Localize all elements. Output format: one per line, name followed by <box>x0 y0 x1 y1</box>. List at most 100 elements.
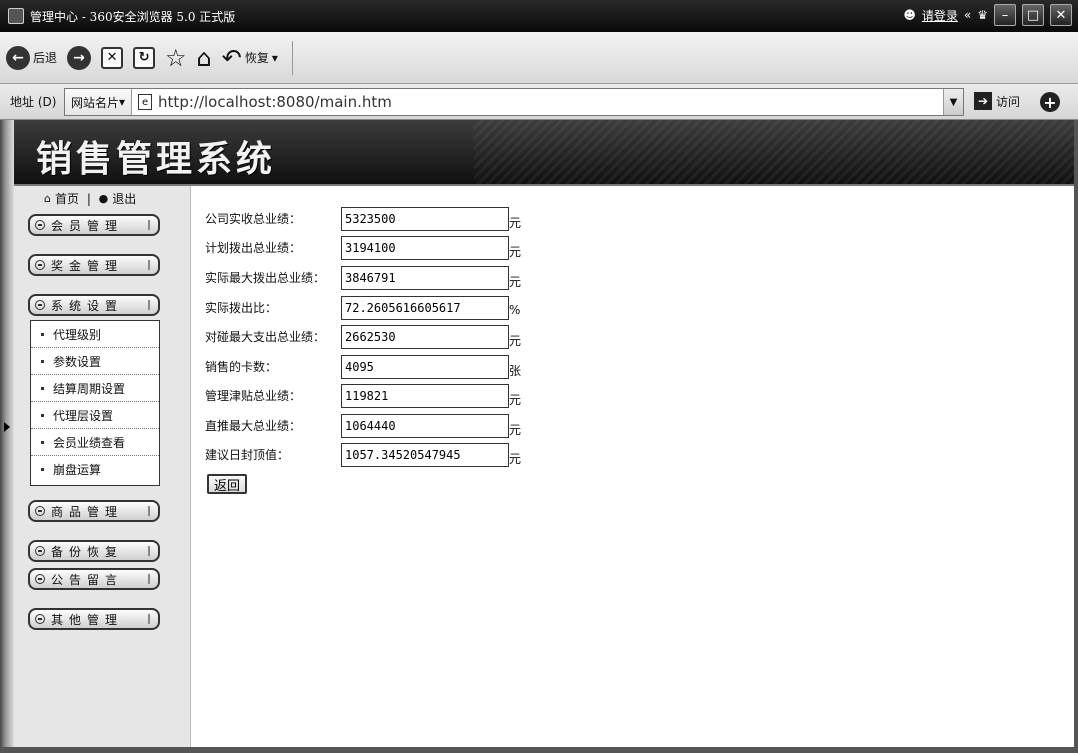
field-label: 建议日封顶值： <box>205 448 290 462</box>
unit-label: 元 <box>509 423 522 437</box>
double-chevron-left-icon[interactable]: « <box>964 8 971 22</box>
user-icon: ☻ <box>903 8 916 22</box>
field-label: 计划拨出总业绩： <box>205 241 302 255</box>
menu-notice-messages[interactable]: 公告留言 <box>28 568 160 590</box>
site-names-label: 网站名片 <box>71 95 120 110</box>
favorites-star-icon[interactable]: ☆ <box>165 46 187 70</box>
unit-label: 张 <box>509 364 522 378</box>
form-row-management-allowance: 管理津贴总业绩： 元 <box>205 383 545 409</box>
browser-toolbar: ← 后退 → ✕ ↻ ☆ ⌂ ↶ 恢复 ▾ <box>0 32 1078 84</box>
menu-other-management[interactable]: 其他管理 <box>28 608 160 630</box>
return-button[interactable]: 返回 <box>207 474 247 494</box>
back-arrow-icon: ← <box>6 45 30 70</box>
back-button[interactable]: ← 后退 <box>6 45 58 70</box>
menu-member-management[interactable]: 会员管理 <box>28 214 160 236</box>
bullet-icon <box>41 332 44 336</box>
submenu-item-agent-level[interactable]: 代理级别 <box>31 321 159 348</box>
submenu-item-label: 代理层设置 <box>53 408 114 423</box>
submenu-item-collapse-calc[interactable]: 崩盘运算 <box>31 456 159 483</box>
menu-end-bar <box>148 506 150 516</box>
submenu-item-label: 结算周期设置 <box>53 381 126 396</box>
browser-app-icon <box>8 8 24 24</box>
expand-arrow-icon[interactable] <box>4 422 10 432</box>
go-button[interactable]: ➔ 访问 <box>974 92 1020 110</box>
back-button-label: 后退 <box>33 51 58 65</box>
form-row-planned-payout: 计划拨出总业绩： 元 <box>205 235 545 261</box>
submenu-item-settlement-cycle[interactable]: 结算周期设置 <box>31 375 159 402</box>
chevron-down-icon: ▾ <box>271 50 278 65</box>
stop-button[interactable]: ✕ <box>101 46 124 69</box>
submenu-item-member-performance[interactable]: 会员业绩查看 <box>31 429 159 456</box>
form-row-direct-referral: 直推最大总业绩： 元 <box>205 413 545 439</box>
unit-label: % <box>509 303 521 317</box>
system-banner: 销售管理系统 <box>14 120 1074 186</box>
company-revenue-field[interactable] <box>341 207 509 231</box>
login-link[interactable]: 请登录 <box>922 7 958 24</box>
close-button[interactable]: ✕ <box>1050 4 1072 26</box>
link-divider: | <box>83 191 95 206</box>
field-label: 直推最大总业绩： <box>205 419 302 433</box>
unit-label: 元 <box>509 216 522 230</box>
menu-end-bar <box>148 546 150 556</box>
minimize-button[interactable]: – <box>994 4 1016 26</box>
bullet-icon <box>41 359 44 363</box>
menu-system-settings[interactable]: 系统设置 <box>28 294 160 316</box>
system-title: 销售管理系统 <box>36 139 277 180</box>
max-actual-payout-field[interactable] <box>341 266 509 290</box>
field-label: 管理津贴总业绩： <box>205 389 302 403</box>
payout-ratio-field[interactable] <box>341 296 509 320</box>
address-label: 地址 (D) <box>10 95 57 109</box>
plus-icon[interactable]: + <box>1040 92 1060 112</box>
restore-button-label: 恢复 <box>244 51 269 65</box>
management-allowance-field[interactable] <box>341 384 509 408</box>
menu-label: 备份恢复 <box>51 544 124 559</box>
submenu-item-label: 代理级别 <box>53 327 102 342</box>
planned-payout-field[interactable] <box>341 236 509 260</box>
menu-end-bar <box>148 574 150 584</box>
menu-product-management[interactable]: 商品管理 <box>28 500 160 522</box>
menu-label: 商品管理 <box>51 504 124 519</box>
collapse-icon <box>35 300 45 310</box>
menu-bonus-management[interactable]: 奖金管理 <box>28 254 160 276</box>
home-link[interactable]: 首页 <box>55 190 79 207</box>
form-row-company-revenue: 公司实收总业绩： 元 <box>205 206 545 232</box>
title-bar-controls: ☻ 请登录 « ♛ – □ ✕ <box>903 4 1072 26</box>
logout-link[interactable]: 退出 <box>112 190 136 207</box>
maximize-button[interactable]: □ <box>1022 4 1044 26</box>
collapse-icon <box>35 220 45 230</box>
left-frame-border <box>0 120 14 753</box>
menu-end-bar <box>148 220 150 230</box>
daily-cap-field[interactable] <box>341 443 509 467</box>
restore-button[interactable]: ↶ 恢复 ▾ <box>222 46 278 70</box>
cards-sold-field[interactable] <box>341 355 509 379</box>
submenu-item-parameters[interactable]: 参数设置 <box>31 348 159 375</box>
refresh-button[interactable]: ↻ <box>133 46 156 69</box>
bullet-icon <box>41 440 44 444</box>
shirt-skin-icon[interactable]: ♛ <box>977 8 988 22</box>
url-field[interactable]: http://localhost:8080/main.htm <box>158 93 392 111</box>
unit-label: 元 <box>509 275 522 289</box>
collapse-icon <box>35 260 45 270</box>
form-row-max-actual-payout: 实际最大拨出总业绩： 元 <box>205 265 545 291</box>
address-dropdown-button[interactable]: ▼ <box>943 89 963 115</box>
menu-backup-restore[interactable]: 备份恢复 <box>28 540 160 562</box>
sidebar-top-links: ⌂ 首页 | ● 退出 <box>44 190 136 207</box>
submenu-item-agent-layer[interactable]: 代理层设置 <box>31 402 159 429</box>
menu-label: 系统设置 <box>51 298 124 313</box>
undo-arrow-icon: ↶ <box>221 43 242 72</box>
bullet-icon <box>41 468 44 471</box>
direct-referral-field[interactable] <box>341 414 509 438</box>
site-names-dropdown[interactable]: 网站名片 ▾ <box>65 89 133 115</box>
collapse-icon <box>35 574 45 584</box>
collapse-icon <box>35 506 45 516</box>
sidebar: ⌂ 首页 | ● 退出 会员管理 奖金管理 系统设置 代理级别 参数设置 结算周… <box>14 186 191 747</box>
forward-button[interactable]: → <box>67 45 92 70</box>
menu-label: 会员管理 <box>51 218 124 233</box>
unit-label: 元 <box>509 452 522 466</box>
pairing-payout-field[interactable] <box>341 325 509 349</box>
home-icon[interactable]: ⌂ <box>197 46 212 70</box>
arrow-right-icon: ➔ <box>974 92 992 110</box>
address-input-box[interactable]: 网站名片 ▾ e http://localhost:8080/main.htm … <box>64 88 964 116</box>
main-content: 公司实收总业绩： 元 计划拨出总业绩： 元 实际最大拨出总业绩： 元 实际拨出比… <box>191 186 1074 747</box>
form-row-cards-sold: 销售的卡数： 张 <box>205 354 545 380</box>
